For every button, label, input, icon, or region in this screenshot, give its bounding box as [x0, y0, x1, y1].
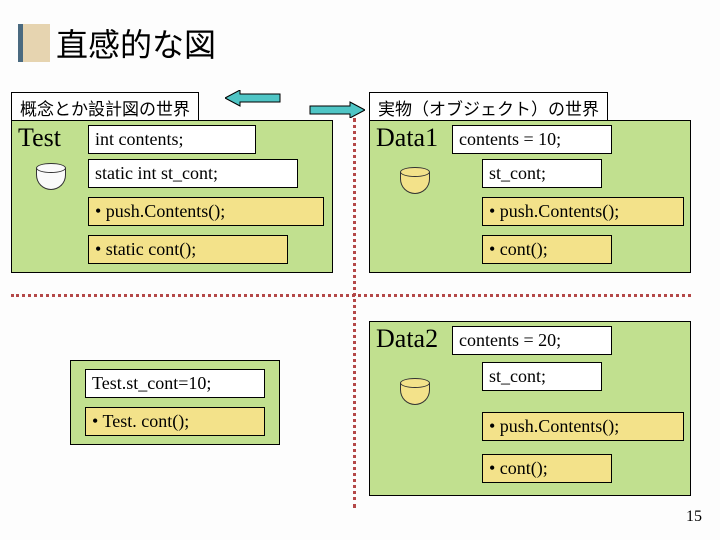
data1-name: Data1 [376, 123, 438, 153]
data1-field-contents: contents = 10; [452, 125, 612, 154]
box-data1: Data1 contents = 10; st_cont; • push.Con… [369, 120, 691, 273]
horizontal-divider [11, 294, 691, 297]
bidirectional-arrow-icon [225, 90, 365, 118]
mid-assign: Test.st_cont=10; [85, 369, 265, 398]
data2-field-contents: contents = 20; [452, 326, 612, 355]
page-number: 15 [686, 508, 702, 526]
test-method-push: • push.Contents(); [88, 197, 324, 226]
vertical-divider [353, 118, 356, 508]
box-data2: Data2 contents = 20; st_cont; • push.Con… [369, 321, 691, 496]
data1-method-cont: • cont(); [482, 235, 612, 264]
cylinder-icon [400, 167, 430, 194]
label-concept-world: 概念とか設計図の世界 [11, 92, 199, 123]
data2-method-cont: • cont(); [482, 454, 612, 483]
test-field-contents: int contents; [88, 125, 256, 154]
test-field-stcont: static int st_cont; [88, 159, 298, 188]
box-test-calls: Test.st_cont=10; • Test. cont(); [70, 360, 280, 445]
data2-method-push: • push.Contents(); [482, 412, 684, 441]
title-accent [18, 24, 50, 62]
cylinder-icon [400, 378, 430, 405]
data1-field-stcont: st_cont; [482, 159, 602, 188]
box-test: Test int contents; static int st_cont; •… [11, 120, 333, 273]
title-row: 直感的な図 [0, 0, 720, 74]
test-name: Test [18, 123, 61, 153]
data1-method-push: • push.Contents(); [482, 197, 684, 226]
data2-name: Data2 [376, 324, 438, 354]
cylinder-icon [36, 163, 66, 190]
slide-title: 直感的な図 [56, 20, 216, 66]
data2-field-stcont: st_cont; [482, 362, 602, 391]
test-method-cont: • static cont(); [88, 235, 288, 264]
mid-call: • Test. cont(); [85, 407, 265, 436]
label-object-world: 実物（オブジェクト）の世界 [369, 92, 608, 123]
